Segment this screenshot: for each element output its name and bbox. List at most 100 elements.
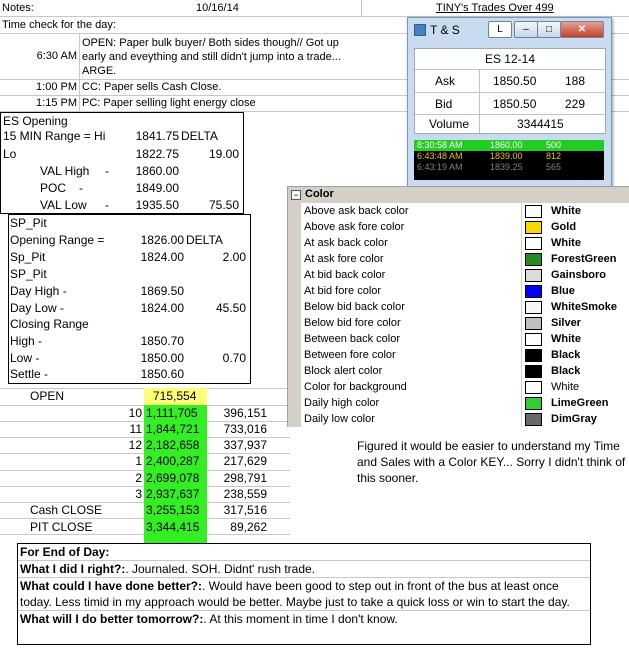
volume-hourly: 337,937 <box>223 438 267 452</box>
color-property-row[interactable]: Above ask fore color Gold <box>288 219 628 235</box>
pit-close-cumulative: 3,344,415 <box>146 520 200 534</box>
trade-row[interactable]: 6:43:19 AM 1839.25 565 <box>414 162 604 173</box>
color-property-row[interactable]: Below bid back color WhiteSmoke <box>288 299 628 315</box>
cash-close-cumulative: 3,255,153 <box>146 503 200 517</box>
sp-low-delta: 0.70 <box>222 351 246 365</box>
color-property-row[interactable]: Daily high color LimeGreen <box>288 395 628 411</box>
time-log-note-2: CC: Paper sells Cash Close. <box>82 81 222 93</box>
question-tomorrow: What will I do better tomorrow?: <box>20 612 204 626</box>
volume-hourly: 298,791 <box>223 471 267 485</box>
ts-link-button[interactable]: L <box>488 21 512 38</box>
color-swatch[interactable] <box>525 253 542 266</box>
color-swatch[interactable] <box>525 333 542 346</box>
time-log-note-1-line-3: ARGE. <box>82 65 117 77</box>
es-val-low-value: 1935.50 <box>135 198 179 212</box>
trade-price: 1839.25 <box>490 162 523 172</box>
color-property-label: At ask back color <box>304 237 388 249</box>
color-property-value[interactable]: White <box>551 205 581 217</box>
color-property-label: Block alert color <box>304 365 383 377</box>
color-property-value[interactable]: Blue <box>551 285 575 297</box>
color-property-row[interactable]: At ask back color White <box>288 235 628 251</box>
volume-cumulative: 2,182,658 <box>146 438 200 452</box>
pit-close-label: PIT CLOSE <box>30 520 93 534</box>
color-property-label: Between fore color <box>304 349 396 361</box>
color-property-row[interactable]: Between back color White <box>288 331 628 347</box>
color-property-row[interactable]: Block alert color Black <box>288 363 628 379</box>
volume-cumulative: 1,111,705 <box>146 406 198 420</box>
color-property-label: Below bid back color <box>304 301 405 313</box>
color-swatch[interactable] <box>525 381 542 394</box>
color-property-value[interactable]: Silver <box>551 317 581 329</box>
color-property-value[interactable]: White <box>551 333 581 345</box>
volume-hourly: 733,016 <box>223 422 267 436</box>
color-property-value[interactable]: ForestGreen <box>551 253 616 265</box>
collapse-icon[interactable]: − <box>291 190 301 200</box>
minimize-icon[interactable]: – <box>514 21 538 38</box>
color-property-row[interactable]: Below bid fore color Silver <box>288 315 628 331</box>
trade-row[interactable]: 6:43:48 AM 1839.00 812 <box>414 151 604 162</box>
trade-row[interactable]: 8:30:58 AM 1860.00 500 <box>414 140 604 151</box>
color-swatch[interactable] <box>525 269 542 282</box>
volume-hourly: 238,559 <box>223 487 267 501</box>
sp-pit-delta: 2.00 <box>222 250 246 264</box>
time-log-note-1-line-1: OPEN: Paper bulk buyer/ Both sides thoug… <box>82 37 339 49</box>
color-property-value[interactable]: WhiteSmoke <box>551 301 617 313</box>
color-property-value[interactable]: Black <box>551 365 580 377</box>
color-swatch[interactable] <box>525 397 542 410</box>
color-property-row[interactable]: At ask fore color ForestGreen <box>288 251 628 267</box>
volume-hourly: 217,629 <box>223 454 267 468</box>
bid-price: 1850.50 <box>493 97 537 111</box>
color-swatch[interactable] <box>525 221 542 234</box>
ts-quote-panel: ES 12-14 Ask 1850.50 188 Bid 1850.50 229… <box>414 48 606 134</box>
es-poc-label: POC <box>40 181 67 195</box>
ask-size: 188 <box>565 74 586 88</box>
es-poc-value: 1849.00 <box>135 181 179 195</box>
sp-high-value: 1850.70 <box>140 334 184 348</box>
color-property-row[interactable]: Daily low color DimGray <box>288 411 628 427</box>
color-property-value[interactable]: Black <box>551 349 580 361</box>
color-swatch[interactable] <box>525 285 542 298</box>
sp-low-value: 1850.00 <box>140 351 184 365</box>
color-swatch[interactable] <box>525 413 542 426</box>
color-swatch[interactable] <box>525 301 542 314</box>
sp-high-label: High - <box>10 334 43 348</box>
color-swatch[interactable] <box>525 317 542 330</box>
color-property-row[interactable]: Color for background White <box>288 379 628 395</box>
color-property-row[interactable]: At bid fore color Blue <box>288 283 628 299</box>
close-icon[interactable]: ✕ <box>560 21 604 38</box>
color-swatch[interactable] <box>525 237 542 250</box>
color-category-header[interactable]: − Color <box>288 187 629 203</box>
color-property-value[interactable]: LimeGreen <box>551 397 608 409</box>
trade-size: 500 <box>546 140 562 150</box>
color-property-value[interactable]: DimGray <box>551 413 597 425</box>
volume-label: Volume <box>429 117 470 131</box>
answer-right: . Journaled. SOH. Didnt' rush trade. <box>125 562 316 576</box>
color-property-row[interactable]: At bid back color Gainsboro <box>288 267 628 283</box>
color-property-row[interactable]: Above ask back color White <box>288 203 628 219</box>
time-and-sales-window[interactable]: T & S L – □ ✕ ES 12-14 Ask 1850.50 188 B… <box>407 17 612 187</box>
color-swatch[interactable] <box>525 365 542 378</box>
sp-opening-range-value: 1826.00 <box>140 233 184 247</box>
sp-pit-value: 1824.00 <box>140 250 184 264</box>
color-property-value[interactable]: Gainsboro <box>551 269 606 281</box>
es-val-high-label: VAL High <box>40 164 90 178</box>
color-property-label: Above ask back color <box>304 205 409 217</box>
volume-cumulative: 1,844,721 <box>146 422 200 436</box>
color-property-value[interactable]: Gold <box>551 221 576 233</box>
color-property-value[interactable]: White <box>551 237 581 249</box>
color-property-row[interactable]: Between fore color Black <box>288 347 628 363</box>
ts-titlebar[interactable]: T & S L – □ ✕ <box>408 18 611 42</box>
volume-hour: 3 <box>135 487 142 501</box>
ts-trades-list[interactable]: 8:30:58 AM 1860.00 500 6:43:48 AM 1839.0… <box>414 140 604 180</box>
time-log-note-1-line-2: early and eveything and still didn't jum… <box>82 51 341 63</box>
cash-close-volume: 317,516 <box>223 503 267 517</box>
sp-closing-range-label: Closing Range <box>10 317 89 331</box>
volume-value: 3344415 <box>517 117 564 131</box>
volume-hour: 2 <box>135 471 142 485</box>
color-swatch[interactable] <box>525 205 542 218</box>
maximize-icon[interactable]: □ <box>537 21 561 38</box>
es-range-value: 1841.75 <box>135 129 179 143</box>
ask-price: 1850.50 <box>493 74 537 88</box>
color-property-value[interactable]: White <box>551 381 579 393</box>
color-swatch[interactable] <box>525 349 542 362</box>
